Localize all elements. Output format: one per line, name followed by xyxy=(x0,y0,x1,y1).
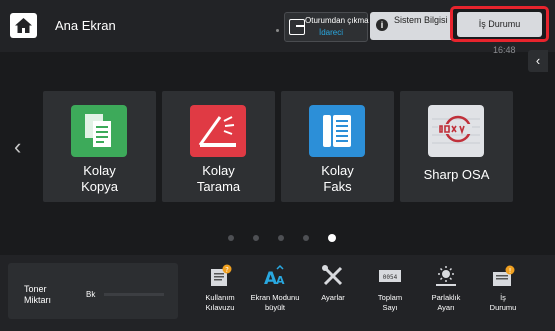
osa-icon xyxy=(428,105,484,157)
page-title: Ana Ekran xyxy=(55,18,116,33)
manual-icon: ? xyxy=(211,264,232,286)
info-icon: i xyxy=(376,19,388,31)
system-info-label: Sistem Bilgisi xyxy=(394,15,448,25)
system-info-button[interactable]: i Sistem Bilgisi xyxy=(370,12,454,40)
clock: 16:48 xyxy=(493,45,516,55)
toner-color-label: Bk xyxy=(86,290,96,299)
tile-sharp-osa[interactable]: Sharp OSA xyxy=(400,91,513,202)
tile-easy-copy[interactable]: Kolay Kopya xyxy=(43,91,156,202)
tile-easy-scan[interactable]: Kolay Tarama xyxy=(162,91,275,202)
page-dot[interactable] xyxy=(278,235,284,241)
fax-icon xyxy=(309,105,365,157)
logout-button[interactable]: Oturumdan çıkma İdareci xyxy=(284,12,369,42)
tile-label: Kolay Tarama xyxy=(196,163,241,194)
tile-label: Kolay Faks xyxy=(321,163,354,194)
counter-icon: 0054 xyxy=(379,270,401,282)
tile-label: Sharp OSA xyxy=(423,167,490,182)
tile-label: Kolay Kopya xyxy=(81,163,118,194)
side-panel-toggle[interactable]: ‹ xyxy=(528,50,548,72)
font-size-icon: A A xyxy=(264,264,285,288)
page-dot[interactable] xyxy=(253,235,259,241)
job-status-button[interactable]: İş Durumu xyxy=(457,12,542,37)
scan-icon xyxy=(190,105,246,157)
svg-text:?: ? xyxy=(225,266,229,274)
settings-icon xyxy=(322,265,343,286)
logout-icon xyxy=(289,19,305,35)
home-icon xyxy=(15,18,32,33)
page-dot[interactable] xyxy=(303,235,309,241)
copy-icon xyxy=(71,105,127,157)
enlarge-display-button[interactable]: A A Ekran Modunu büyült xyxy=(245,262,305,324)
svg-text:!: ! xyxy=(509,267,512,275)
page-dot[interactable] xyxy=(328,234,336,242)
button-label: İş Durumu xyxy=(489,293,517,312)
job-status-bottom-button[interactable]: ! İş Durumu xyxy=(473,262,533,324)
svg-text:A: A xyxy=(276,274,285,287)
svg-text:0054: 0054 xyxy=(383,274,398,281)
page-dot[interactable] xyxy=(228,235,234,241)
job-status-highlight: İş Durumu xyxy=(450,6,549,42)
chevron-left-icon[interactable]: ‹ xyxy=(14,134,21,160)
brightness-icon xyxy=(436,266,456,286)
tile-easy-fax[interactable]: Kolay Faks xyxy=(281,91,394,202)
page-indicator xyxy=(0,233,555,243)
toner-level-bar xyxy=(104,293,164,296)
logout-label: Oturumdan çıkma xyxy=(305,16,369,25)
logged-in-user: İdareci xyxy=(319,28,344,37)
toner-status: Toner Miktarı Bk xyxy=(8,263,178,319)
separator-dot xyxy=(276,29,279,32)
job-status-icon: ! xyxy=(493,265,515,286)
toner-label: Toner Miktarı xyxy=(24,284,51,305)
home-button[interactable] xyxy=(10,13,37,38)
